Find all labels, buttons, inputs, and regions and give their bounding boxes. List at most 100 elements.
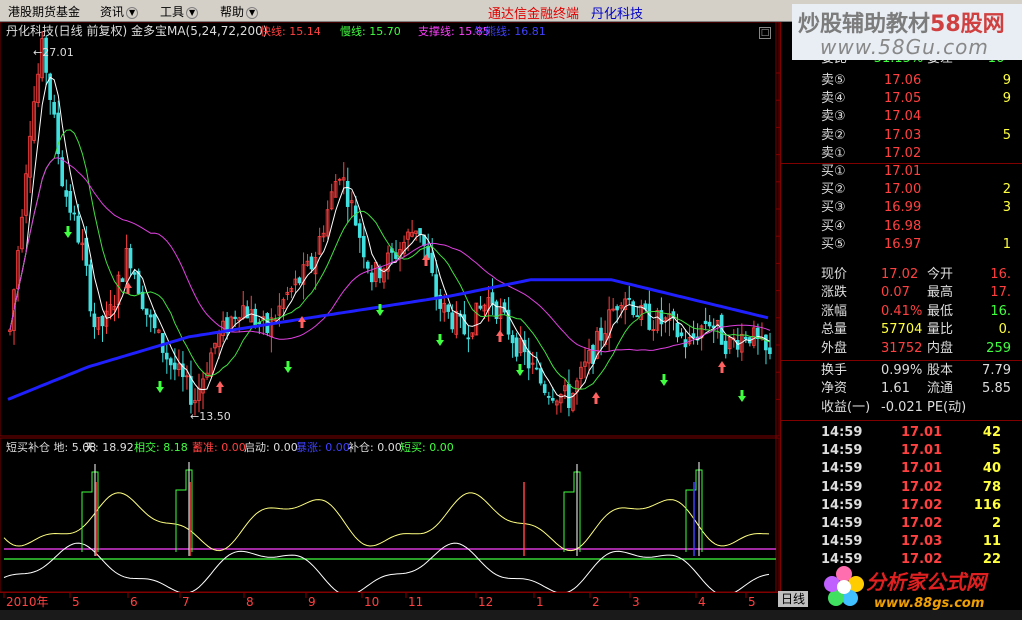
terminal-title: 通达信金融终端 [488,7,580,22]
sub-indicator-label: 补仓: 0.00 [348,440,402,454]
sub-indicator-label: 短买: 0.00 [400,440,454,454]
quote-stat-row: 涨幅 0.41% 最低 16. [821,303,1011,319]
order-volume: 1 [1002,236,1011,252]
buy-arrow-icon [496,330,504,342]
order-volume: 5 [1002,127,1011,143]
order-price: 17.01 [884,164,922,179]
candle-body [172,362,177,370]
indicator-fast-line: 快线: 15.14 [260,24,321,38]
date-tick-label: 1 [536,595,544,609]
watermark-top: 炒股辅助教材58股网 www.58Gu.com [792,4,1022,60]
bid-row[interactable]: 买④ 16.98 [781,218,1013,236]
buy-arrow-icon [124,282,132,294]
sub-osc-yellow [3,492,770,552]
date-tick-label: 12 [478,595,493,609]
candle-body [703,320,708,324]
sub-chart-header: 短买补仓 地: 5.08天: 18.92 相交: 8.18 蓄准: 0.00启动: … [6,440,454,454]
ask-row[interactable]: 卖③ 17.04 [781,108,1013,126]
order-volume: 9 [1002,91,1011,107]
quote-stat-row: 外盘 31752 内盘 259 [821,340,1011,356]
candle-body [76,215,81,243]
tick-row: 14:59 17.01 5 [821,443,1001,459]
candle-body [132,272,137,275]
date-tick-label: 7 [182,595,190,609]
sub-indicator-label: 相交: 8.18 [134,440,188,454]
candle-body [743,336,748,340]
order-price: 17.04 [884,109,922,125]
ask-row[interactable]: 卖② 17.03 5 [781,127,1013,145]
candle-body [635,315,640,318]
sub-indicator-label: 天: 18.92 [84,441,134,454]
date-tick-label: 11 [408,595,423,609]
candle-body [490,292,495,305]
menu-news[interactable]: 资讯 ▼ [100,3,139,20]
chart-expand-button[interactable]: □ [759,27,771,39]
period-tab-daily[interactable]: 日线 [778,591,808,607]
order-price: 17.05 [884,91,922,107]
candle-body [707,321,712,327]
candle-body [418,228,422,235]
quote-stat-row: 净资 1.61 流通 5.85 [821,381,1011,397]
candle-body [84,237,89,266]
bid-row[interactable]: 买⑤ 16.97 1 [781,236,1013,254]
menu-hk-futures-funds[interactable]: 港股期货基金 [8,3,80,20]
kline-chart-area[interactable]: 丹化科技(日线 前复权) 金多宝MA(5,24,72,200) 快线: 15.1… [0,22,780,614]
tick-row: 14:59 17.01 42 [821,425,1001,440]
date-tick-label: 5 [72,595,80,609]
ask-row[interactable]: 卖① 17.02 [781,145,1013,163]
candle-body [534,367,539,370]
ticks-divider [781,420,1022,421]
date-tick-label: 5 [748,595,756,609]
signal-spike [563,471,581,552]
candle-body [361,236,366,258]
ask-row[interactable]: 卖⑤ 17.06 9 [781,72,1013,90]
candle-body [430,252,434,273]
order-price: 16.97 [884,236,922,252]
chevron-down-icon: ▼ [246,6,259,19]
quote-stat-row: 总量 57704 量比 0. [821,322,1011,338]
order-level-label: 买④ [821,218,846,234]
candle-body [92,313,97,328]
order-level-label: 卖② [821,127,846,143]
candle-body [369,272,374,283]
menu-tools[interactable]: 工具 ▼ [160,3,199,20]
chart-title: 丹化科技(日线 前复权) 金多宝MA(5,24,72,200) [6,23,267,38]
bid-row[interactable]: 买① 17.01 [781,163,1013,181]
tick-row: 14:59 17.03 11 [821,534,1001,550]
candle-body [546,396,551,398]
indicator-slow-line: 慢线: 15.70 [340,24,401,38]
quote-stat-row: 现价 17.02 今开 16. [821,267,1011,282]
candle-body [365,261,370,269]
sell-arrow-icon [516,364,524,376]
sub-indicator-lines [3,462,776,596]
date-tick-label: 6 [130,595,138,609]
candle-body [144,308,149,315]
date-tick-label: 8 [246,595,254,609]
stats-divider [781,359,1022,361]
chevron-down-icon: ▼ [126,6,139,19]
menu-help[interactable]: 帮助 ▼ [220,3,259,20]
candle-body [675,322,680,338]
sub-indicator-label: 短买补仓 地: 5.08 [6,440,96,454]
watermark-bottom: 分析家公式网 www.88gs.com [818,558,1022,620]
candle-body [723,340,728,355]
stock-name-link[interactable]: 丹化科技 [591,3,643,22]
buy-arrow-icon [718,361,726,373]
order-level-label: 买② [821,182,846,198]
quote-stat-row: 换手 0.99% 股本 7.79 [821,363,1011,378]
buy-arrow-icon [592,392,600,404]
candle-body [542,384,547,393]
bid-row[interactable]: 买③ 16.99 3 [781,199,1013,217]
date-tick-label: 4 [698,595,706,609]
order-price: 16.98 [884,218,922,234]
sub-chart-frame [0,437,780,593]
date-axis: 2010年 5 6 7 8 9 10 11 12 1 2 3 4 5 [0,592,780,612]
chevron-down-icon: ▼ [186,6,199,19]
candle-body [120,278,125,283]
date-tick-label: 10 [364,595,379,609]
order-volume: 9 [1002,73,1011,88]
ask-row[interactable]: 卖④ 17.05 9 [781,90,1013,108]
candle-body [357,223,362,238]
bid-row[interactable]: 买② 17.00 2 [781,181,1013,199]
sell-arrow-icon [284,361,292,373]
